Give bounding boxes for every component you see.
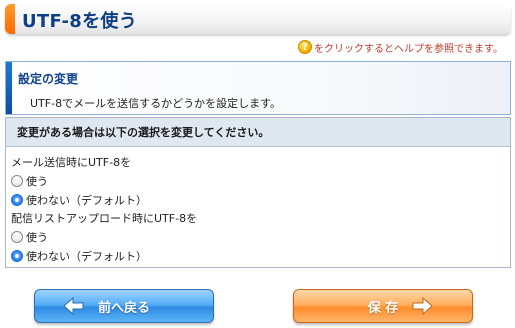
- back-button[interactable]: 前へ戻る: [34, 289, 214, 323]
- save-button[interactable]: 保 存: [293, 289, 473, 323]
- radio-list-upload-use[interactable]: 使う: [11, 229, 48, 245]
- save-button-label: 保 存: [367, 300, 399, 316]
- radio-button-selected[interactable]: [11, 194, 23, 206]
- group-label-mail-send: メール送信時にUTF-8を: [11, 156, 132, 169]
- radio-button[interactable]: [11, 231, 23, 243]
- arrow-left-icon: [63, 297, 84, 315]
- radio-button-selected[interactable]: [11, 250, 23, 262]
- radio-label: 使わない（デフォルト）: [26, 250, 147, 263]
- help-hint: ? をクリックするとヘルプを参照できます。: [298, 38, 503, 56]
- title-accent-bar: [5, 4, 15, 34]
- group-label-list-upload: 配信リストアップロード時にUTF-8を: [11, 212, 198, 225]
- radio-label: 使う: [26, 231, 48, 244]
- settings-section: 設定の変更 UTF-8でメールを送信するかどうかを設定します。: [5, 61, 511, 115]
- radio-list-upload-not-use[interactable]: 使わない（デフォルト）: [11, 248, 147, 264]
- help-icon[interactable]: ?: [298, 40, 312, 54]
- radio-label: 使わない（デフォルト）: [26, 194, 147, 207]
- back-button-label: 前へ戻る: [97, 300, 150, 316]
- radio-mail-send-not-use[interactable]: 使わない（デフォルト）: [11, 192, 147, 208]
- panel-instruction: 変更がある場合は以下の選択を変更してください。: [6, 118, 510, 147]
- settings-accent-bar: [6, 62, 12, 114]
- radio-mail-send-use[interactable]: 使う: [11, 173, 48, 189]
- help-text: をクリックするとヘルプを参照できます。: [314, 43, 503, 55]
- settings-title: 設定の変更: [18, 72, 79, 86]
- page-title: UTF-8を使う: [22, 11, 138, 32]
- page-title-bar: UTF-8を使う: [5, 4, 511, 34]
- arrow-right-icon: [412, 297, 433, 315]
- options-panel: 変更がある場合は以下の選択を変更してください。 メール送信時にUTF-8を 使う…: [5, 117, 511, 268]
- settings-description: UTF-8でメールを送信するかどうかを設定します。: [30, 97, 281, 110]
- radio-label: 使う: [26, 175, 48, 188]
- radio-button[interactable]: [11, 175, 23, 187]
